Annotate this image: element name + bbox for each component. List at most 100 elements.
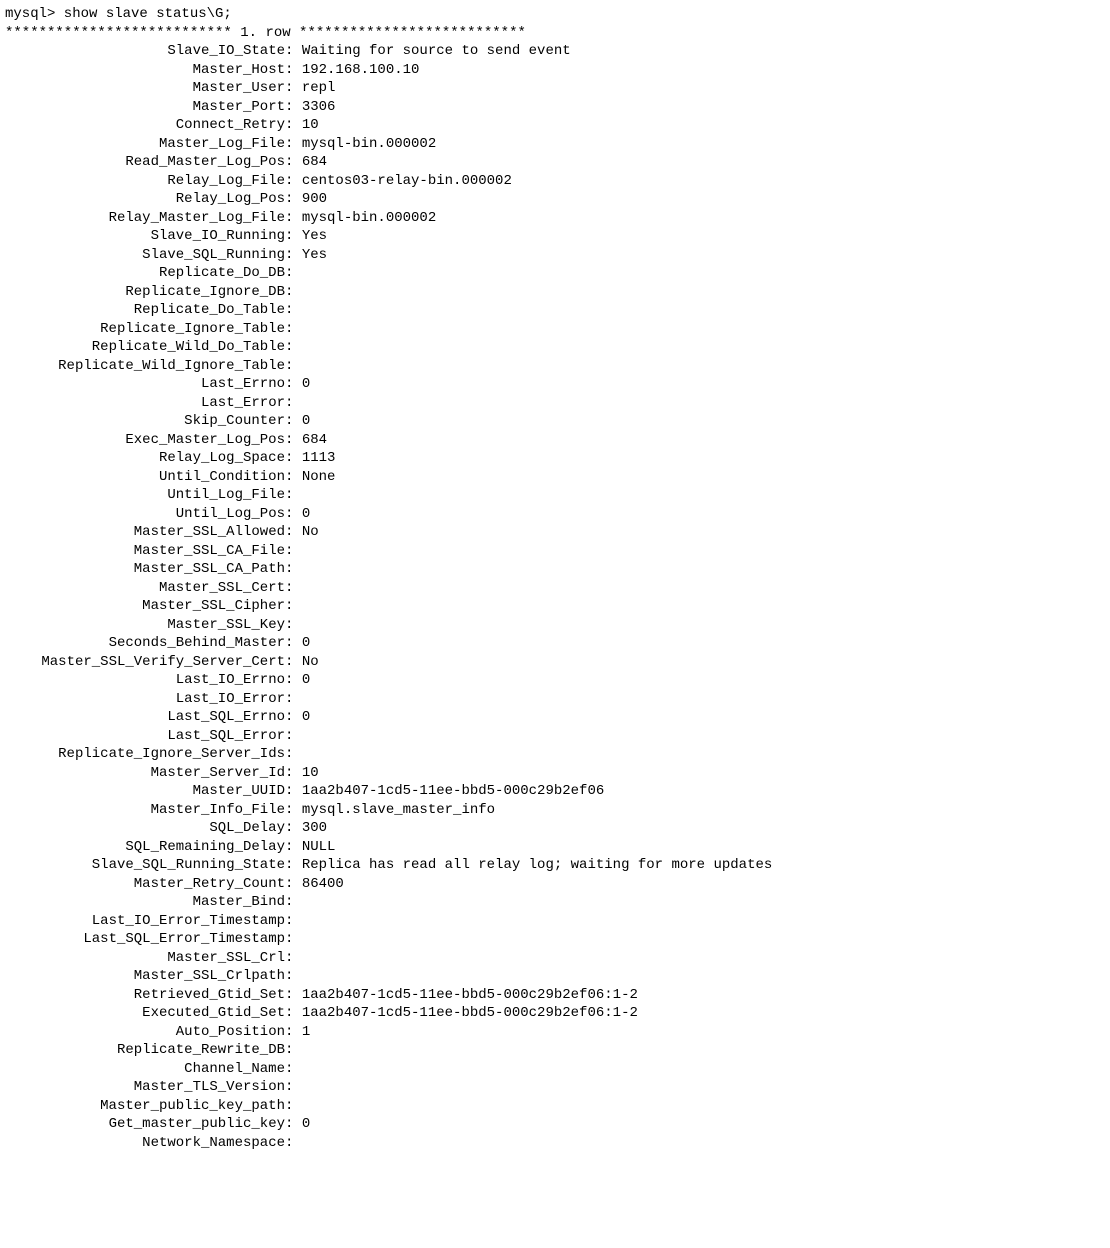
status-row: Master_SSL_Key: [5, 616, 1110, 635]
field-value: 900 [302, 191, 327, 207]
field-value: 1aa2b407-1cd5-11ee-bbd5-000c29b2ef06:1-2 [302, 1005, 638, 1021]
status-row: Last_IO_Errno: 0 [5, 671, 1110, 690]
field-separator: : [285, 487, 293, 503]
field-value: 1113 [302, 450, 336, 466]
field-value: 684 [302, 154, 327, 170]
field-label: Network_Namespace [5, 1134, 285, 1153]
status-row: Master_SSL_Verify_Server_Cert: No [5, 653, 1110, 672]
field-label: Master_Server_Id [5, 764, 285, 783]
slave-status-fields: Slave_IO_State: Waiting for source to se… [5, 42, 1110, 1152]
field-value: Yes [302, 247, 327, 263]
field-label: Connect_Retry [5, 116, 285, 135]
field-label: Master_SSL_Crl [5, 949, 285, 968]
status-row: Master_TLS_Version: [5, 1078, 1110, 1097]
field-value: Replica has read all relay log; waiting … [302, 857, 772, 873]
field-separator: : [285, 99, 302, 115]
status-row: Channel_Name: [5, 1060, 1110, 1079]
status-row: Master_SSL_CA_Path: [5, 560, 1110, 579]
field-label: Master_SSL_CA_File [5, 542, 285, 561]
field-value: mysql.slave_master_info [302, 802, 495, 818]
status-row: Seconds_Behind_Master: 0 [5, 634, 1110, 653]
field-value: 1aa2b407-1cd5-11ee-bbd5-000c29b2ef06:1-2 [302, 987, 638, 1003]
status-row: Executed_Gtid_Set: 1aa2b407-1cd5-11ee-bb… [5, 1004, 1110, 1023]
status-row: Replicate_Do_Table: [5, 301, 1110, 320]
field-label: Slave_IO_Running [5, 227, 285, 246]
field-label: Last_SQL_Error_Timestamp [5, 930, 285, 949]
field-value: 0 [302, 1116, 310, 1132]
field-separator: : [285, 709, 302, 725]
field-separator: : [285, 931, 293, 947]
field-label: Get_master_public_key [5, 1115, 285, 1134]
status-row: Network_Namespace: [5, 1134, 1110, 1153]
field-value: No [302, 654, 319, 670]
field-label: Last_SQL_Errno [5, 708, 285, 727]
field-separator: : [285, 765, 302, 781]
field-separator: : [285, 839, 302, 855]
field-label: Replicate_Ignore_DB [5, 283, 285, 302]
field-value: 300 [302, 820, 327, 836]
field-label: Read_Master_Log_Pos [5, 153, 285, 172]
field-separator: : [285, 284, 293, 300]
field-separator: : [285, 1024, 302, 1040]
field-separator: : [285, 894, 293, 910]
field-label: Last_IO_Errno [5, 671, 285, 690]
field-separator: : [285, 913, 293, 929]
field-label: Master_SSL_CA_Path [5, 560, 285, 579]
field-value: 10 [302, 117, 319, 133]
status-row: Master_UUID: 1aa2b407-1cd5-11ee-bbd5-000… [5, 782, 1110, 801]
field-value: 0 [302, 709, 310, 725]
field-separator: : [285, 358, 293, 374]
field-separator: : [285, 802, 302, 818]
status-row: Master_User: repl [5, 79, 1110, 98]
field-separator: : [285, 580, 293, 596]
field-separator: : [285, 506, 302, 522]
field-label: Master_Host [5, 61, 285, 80]
field-separator: : [285, 210, 302, 226]
status-row: Replicate_Wild_Ignore_Table: [5, 357, 1110, 376]
field-separator: : [285, 968, 293, 984]
field-separator: : [285, 635, 302, 651]
field-separator: : [285, 43, 302, 59]
terminal-output: mysql> show slave status\G; ************… [5, 5, 1110, 1152]
field-label: Skip_Counter [5, 412, 285, 431]
status-row: Relay_Log_File: centos03-relay-bin.00000… [5, 172, 1110, 191]
field-separator: : [285, 1135, 293, 1151]
field-label: Slave_IO_State [5, 42, 285, 61]
field-label: Last_SQL_Error [5, 727, 285, 746]
field-label: Master_Retry_Count [5, 875, 285, 894]
field-label: Relay_Log_File [5, 172, 285, 191]
status-row: Last_Error: [5, 394, 1110, 413]
field-label: Master_SSL_Allowed [5, 523, 285, 542]
field-label: Master_TLS_Version [5, 1078, 285, 1097]
field-label: Master_SSL_Verify_Server_Cert [5, 653, 285, 672]
field-value: 0 [302, 672, 310, 688]
status-row: Relay_Master_Log_File: mysql-bin.000002 [5, 209, 1110, 228]
field-separator: : [285, 228, 302, 244]
field-label: Channel_Name [5, 1060, 285, 1079]
field-label: Replicate_Do_Table [5, 301, 285, 320]
field-label: Slave_SQL_Running [5, 246, 285, 265]
field-label: Until_Condition [5, 468, 285, 487]
field-value: mysql-bin.000002 [302, 136, 436, 152]
field-separator: : [285, 395, 293, 411]
field-value: mysql-bin.000002 [302, 210, 436, 226]
field-value: 192.168.100.10 [302, 62, 420, 78]
field-separator: : [285, 524, 302, 540]
status-row: Last_SQL_Errno: 0 [5, 708, 1110, 727]
status-row: Read_Master_Log_Pos: 684 [5, 153, 1110, 172]
field-separator: : [285, 598, 293, 614]
status-row: Slave_SQL_Running_State: Replica has rea… [5, 856, 1110, 875]
status-row: Slave_SQL_Running: Yes [5, 246, 1110, 265]
status-row: Replicate_Ignore_Table: [5, 320, 1110, 339]
field-label: Seconds_Behind_Master [5, 634, 285, 653]
status-row: Last_IO_Error_Timestamp: [5, 912, 1110, 931]
field-separator: : [285, 117, 302, 133]
field-value: 0 [302, 376, 310, 392]
field-separator: : [285, 1079, 293, 1095]
field-label: Master_UUID [5, 782, 285, 801]
field-separator: : [285, 820, 302, 836]
status-row: Connect_Retry: 10 [5, 116, 1110, 135]
field-value: repl [302, 80, 336, 96]
field-separator: : [285, 783, 302, 799]
field-label: Master_public_key_path [5, 1097, 285, 1116]
